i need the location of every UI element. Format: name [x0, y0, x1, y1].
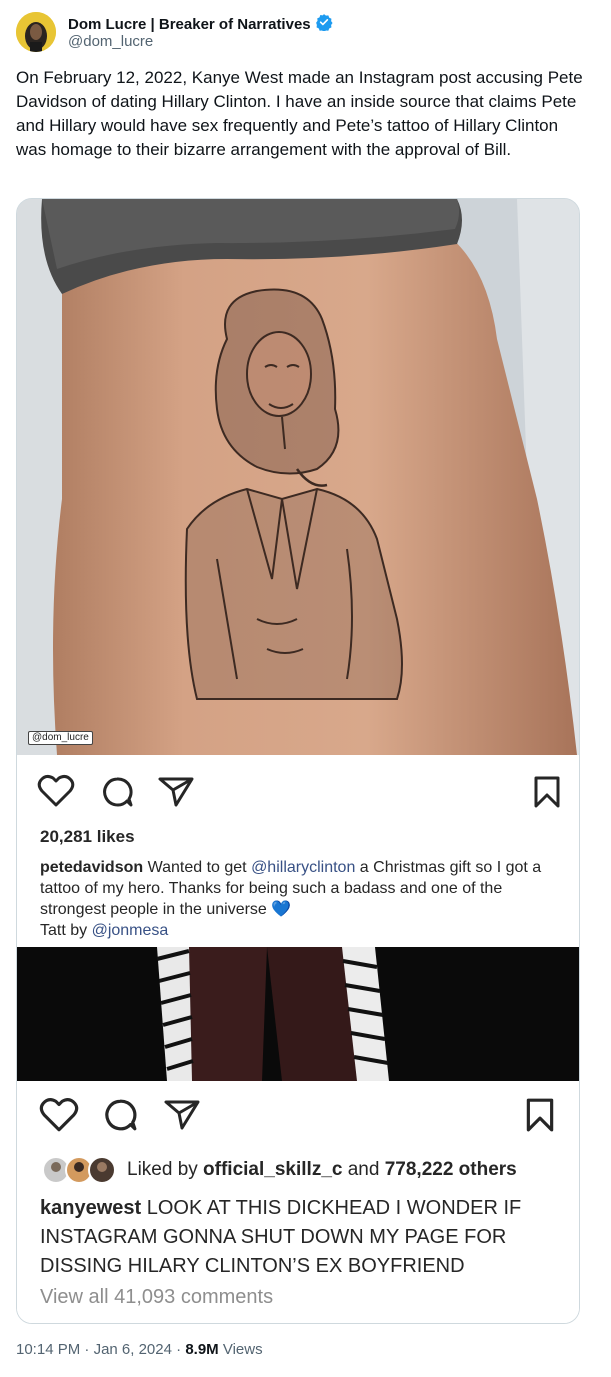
liked-by-user[interactable]: official_skillz_c [203, 1159, 342, 1180]
views-count: 8.9M [185, 1341, 219, 1358]
post1-caption: petedavidson Wanted to get @hillaryclint… [40, 857, 560, 941]
tatt-by-label: Tatt by [40, 922, 92, 939]
liked-by-count[interactable]: 778,222 others [385, 1159, 517, 1180]
author-handle[interactable]: @dom_lucre [68, 33, 153, 50]
tweet-meta: 10:14 PM · Jan 6, 2024 · 8.9M Views [16, 1341, 263, 1358]
likes-count: 20,281 likes [40, 827, 135, 846]
watermark-label: @dom_lucre [28, 731, 93, 745]
post2-username[interactable]: kanyewest [40, 1197, 141, 1219]
post2-caption: kanyewest LOOK AT THIS DICKHEAD I WONDER… [40, 1194, 570, 1281]
view-all-comments-link[interactable]: View all 41,093 comments [40, 1286, 273, 1309]
share-icon[interactable] [163, 1099, 201, 1136]
tweet-media[interactable]: @dom_lucre 20,281 likes petedavidson Wan… [16, 198, 580, 1324]
kanye-post-photo[interactable] [17, 947, 579, 1081]
author-avatar[interactable] [16, 12, 56, 52]
share-icon[interactable] [157, 776, 195, 813]
comment-icon[interactable] [102, 1098, 138, 1137]
meta-separator: · [171, 1341, 186, 1358]
meta-separator: · [80, 1341, 94, 1358]
mention-jonmesa[interactable]: @jonmesa [92, 922, 169, 939]
verified-badge-icon [315, 13, 333, 36]
tweet-time[interactable]: 10:14 PM [16, 1341, 80, 1358]
liked-by-prefix: Liked by [127, 1159, 204, 1180]
liked-by-avatars [41, 1155, 121, 1190]
post1-username[interactable]: petedavidson [40, 859, 143, 876]
bookmark-icon[interactable] [525, 1097, 555, 1138]
post1-caption-part-a: Wanted to get [143, 859, 252, 876]
bookmark-icon[interactable] [533, 775, 561, 814]
heart-icon[interactable] [39, 1097, 79, 1138]
heart-icon[interactable] [37, 774, 75, 813]
tweet-header: Dom Lucre | Breaker of Narratives @dom_l… [16, 12, 596, 54]
liked-by-text: Liked by official_skillz_c and 778,222 o… [127, 1159, 517, 1181]
views-label: Views [218, 1341, 263, 1358]
liked-by-and: and [342, 1159, 385, 1180]
tweet-date[interactable]: Jan 6, 2024 [94, 1341, 172, 1358]
mention-hillaryclinton[interactable]: @hillaryclinton [251, 859, 355, 876]
tattoo-photo[interactable]: @dom_lucre [17, 199, 579, 755]
author-name[interactable]: Dom Lucre | Breaker of Narratives [68, 16, 311, 33]
tweet-text: On February 12, 2022, Kanye West made an… [16, 68, 583, 159]
comment-icon[interactable] [100, 776, 134, 813]
